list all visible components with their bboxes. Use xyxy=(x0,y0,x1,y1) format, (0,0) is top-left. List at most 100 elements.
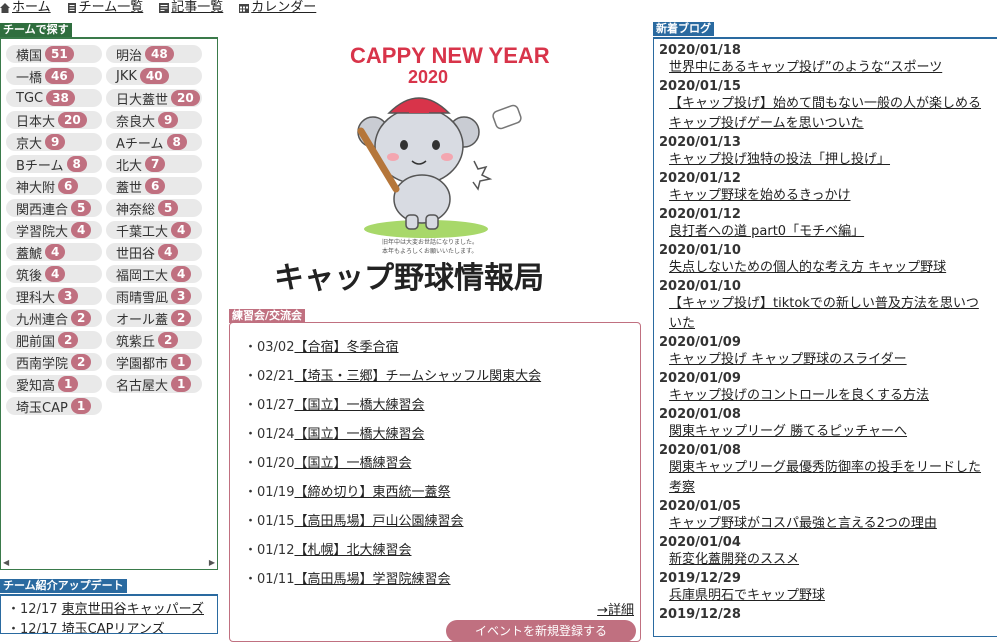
practice-item: ・01/20【国立】一橋練習会 xyxy=(244,451,541,480)
scroll-right-icon[interactable]: ▶ xyxy=(209,558,215,567)
team-name: 横国 xyxy=(16,48,43,64)
team-count-badge: 51 xyxy=(45,46,74,62)
practice-link[interactable]: 【締め切り】東西統一蓋祭 xyxy=(294,485,450,500)
blog-link-continued[interactable]: いた xyxy=(659,315,997,333)
blog-link[interactable]: キャップ投げのコントロールを良くする方法 xyxy=(659,387,997,405)
team-pill[interactable]: 名古屋大 1 xyxy=(106,375,202,394)
blog-link-continued[interactable]: 考察 xyxy=(659,479,997,497)
practice-link[interactable]: 【高田馬場】学習院練習会 xyxy=(294,572,450,587)
team-update-link[interactable]: 東京世田谷キャッパーズ xyxy=(62,602,204,617)
practice-link[interactable]: 【埼玉・三郷】チームシャッフル関東大会 xyxy=(294,369,541,384)
blog-link[interactable]: キャップ野球を始めるきっかけ xyxy=(659,187,997,205)
team-pill[interactable]: 世田谷 4 xyxy=(106,243,202,262)
team-count-badge: 1 xyxy=(58,376,79,392)
banner-greeting: CAPPY NEW YEAR xyxy=(350,43,550,68)
blog-link[interactable]: 良打者への道 part0「モチベ編」 xyxy=(659,223,997,241)
team-name: Bチーム xyxy=(16,158,64,174)
nav-calendar[interactable]: カレンダー xyxy=(239,0,316,16)
blog-link[interactable]: 失点しないための個人的な考え方 キャップ野球 xyxy=(659,259,997,277)
blog-link[interactable]: キャップ野球がコスパ最強と言える2つの理由 xyxy=(659,515,997,533)
team-update-item: ・12/17 東京世田谷キャッパーズ xyxy=(7,602,204,617)
team-pill[interactable]: 福岡工大 4 xyxy=(106,265,202,284)
team-name: 一橋 xyxy=(16,70,43,86)
blog-link[interactable]: 新変化蓋開発のススメ xyxy=(659,551,997,569)
banner-year: 2020 xyxy=(408,67,448,87)
team-pill[interactable]: 筑後 4 xyxy=(6,265,102,284)
team-panel[interactable]: 横国 51 明治 48 一橋 46 JKK 40 TGC 38 日大蓋世 20 日本大 20 奈良大 9 京大 9… xyxy=(0,37,218,570)
team-pill[interactable]: 西南学院 2 xyxy=(6,353,102,372)
team-pill[interactable]: 九州連合 2 xyxy=(6,309,102,328)
register-event-button[interactable]: イベントを新規登録する xyxy=(446,620,636,642)
team-pill[interactable]: Bチーム 8 xyxy=(6,155,102,174)
blog-date: 2020/01/08 xyxy=(659,407,741,422)
team-pill[interactable]: 関西連合 5 xyxy=(6,199,102,218)
practice-link[interactable]: 【国立】一橋大練習会 xyxy=(294,398,424,413)
team-pill[interactable]: 一橋 46 xyxy=(6,67,102,86)
team-pill[interactable]: 筑紫丘 2 xyxy=(106,331,202,350)
team-name: 神奈総 xyxy=(116,202,156,218)
mouse-mascot-icon xyxy=(357,97,522,238)
team-pill[interactable]: 蓋世 6 xyxy=(106,177,202,196)
team-pill[interactable]: オール蓋 2 xyxy=(106,309,202,328)
team-name: 愛知高 xyxy=(16,378,56,394)
team-name: 学園都市 xyxy=(116,356,169,372)
team-pill[interactable]: 明治 48 xyxy=(106,45,202,64)
blog-link[interactable]: 関東キャップリーグ最優秀防御率の投手をリードした xyxy=(659,459,997,477)
team-name: 蓋世 xyxy=(116,180,143,196)
team-pill[interactable]: 京大 9 xyxy=(6,133,102,152)
team-count-badge: 4 xyxy=(45,266,66,282)
team-pill[interactable]: 肥前国 2 xyxy=(6,331,102,350)
team-pill[interactable]: 神大附 6 xyxy=(6,177,102,196)
team-pill[interactable]: 学習院大 4 xyxy=(6,221,102,240)
nav-home[interactable]: ホーム xyxy=(0,0,51,16)
blog-link[interactable]: 【キャップ投げ】tiktokでの新しい普及方法を思いつ xyxy=(659,295,997,313)
team-name: 筑紫丘 xyxy=(116,334,156,350)
team-count-badge: 5 xyxy=(158,200,179,216)
team-update-link[interactable]: 埼玉CAPリアンズ xyxy=(62,622,165,633)
scroll-left-icon[interactable]: ◀ xyxy=(3,558,9,567)
team-pill[interactable]: 愛知高 1 xyxy=(6,375,102,394)
team-pill[interactable]: 千葉工大 4 xyxy=(106,221,202,240)
practice-link[interactable]: 【高田馬場】戸山公園練習会 xyxy=(294,514,463,529)
team-pill[interactable]: 日大蓋世 20 xyxy=(106,89,202,108)
team-count-badge: 5 xyxy=(71,200,92,216)
blog-link[interactable]: 関東キャップリーグ 勝てるピッチャーへ xyxy=(659,423,997,441)
team-name: 千葉工大 xyxy=(116,224,169,240)
team-name: オール蓋 xyxy=(116,312,169,328)
team-pill[interactable]: 横国 51 xyxy=(6,45,102,64)
team-pill[interactable]: 学園都市 1 xyxy=(106,353,202,372)
team-pill[interactable]: 奈良大 9 xyxy=(106,111,202,130)
team-pill[interactable]: JKK 40 xyxy=(106,67,202,85)
home-icon xyxy=(0,3,10,13)
nav-team-list[interactable]: チーム一覧 xyxy=(67,0,143,16)
practice-link[interactable]: 【札幌】北大練習会 xyxy=(294,543,411,558)
team-count-badge: 46 xyxy=(45,68,74,84)
practice-link[interactable]: 【国立】一橋大練習会 xyxy=(294,427,424,442)
team-pill[interactable]: 埼玉CAP 1 xyxy=(6,397,102,416)
team-pill[interactable]: 日本大 20 xyxy=(6,111,102,130)
team-pill[interactable]: 雨晴雪凪 3 xyxy=(106,287,202,306)
blog-date: 2020/01/08 xyxy=(659,443,741,458)
blog-link[interactable]: 世界中にあるキャップ投げ”のような“スポーツ xyxy=(659,59,997,77)
team-pill[interactable]: 蓋鯱 4 xyxy=(6,243,102,262)
top-nav: ホーム チーム一覧 記事一覧 カレンダー xyxy=(0,0,316,16)
team-pill[interactable]: 北大 7 xyxy=(106,155,202,174)
nav-article-list[interactable]: 記事一覧 xyxy=(159,0,223,16)
blog-link[interactable]: 兵庫県明石でキャップ野球 xyxy=(659,587,997,605)
blog-link[interactable]: キャップ投げ独特の投法「押し投げ」 xyxy=(659,151,997,169)
practice-detail-link[interactable]: →詳細 xyxy=(597,599,634,618)
practice-link[interactable]: 【国立】一橋練習会 xyxy=(294,456,411,471)
blog-date: 2020/01/10 xyxy=(659,279,741,294)
team-pill[interactable]: Aチーム 8 xyxy=(106,133,202,152)
blog-link[interactable]: 【キャップ投げ】始めて間もない一般の人が楽しめる xyxy=(659,95,997,113)
new-year-banner: CAPPY NEW YEAR 2020 旧年中は大変お世話になりました。 本年も… xyxy=(226,21,625,304)
team-name: 肥前国 xyxy=(16,334,56,350)
blog-link[interactable]: キャップ投げ キャップ野球のスライダー xyxy=(659,351,997,369)
team-pill[interactable]: 神奈総 5 xyxy=(106,199,202,218)
team-pill[interactable]: 理科大 3 xyxy=(6,287,102,306)
practice-link[interactable]: 【合宿】冬季合宿 xyxy=(294,340,398,355)
team-name: 埼玉CAP xyxy=(16,400,68,416)
blog-link-continued[interactable]: キャップ投げゲームを思いついた xyxy=(659,115,997,133)
team-count-badge: 2 xyxy=(71,310,92,326)
team-pill[interactable]: TGC 38 xyxy=(6,89,102,107)
